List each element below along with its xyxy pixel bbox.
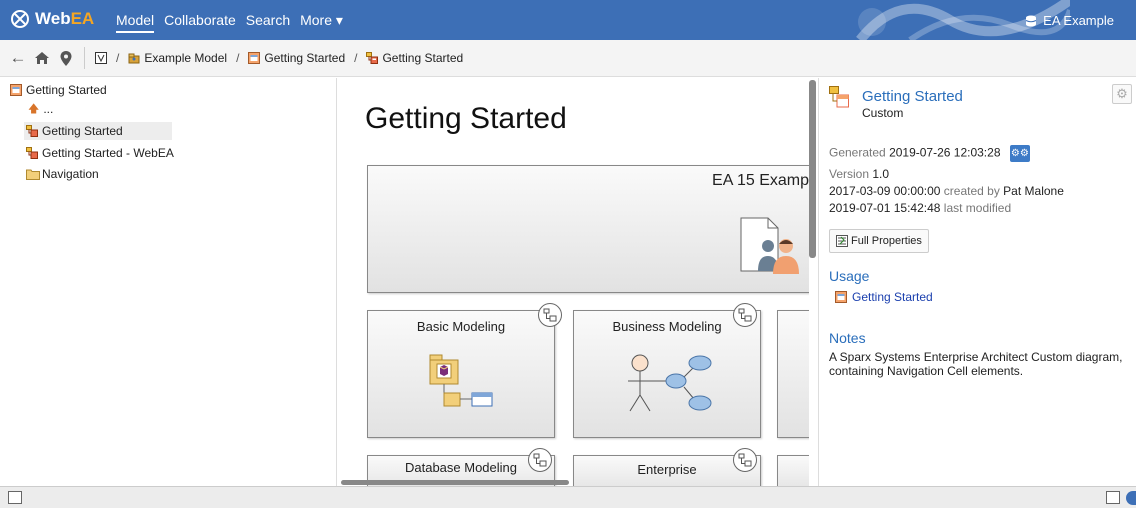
navcell-basic-modeling[interactable]: Basic Modeling (367, 310, 555, 438)
scrollbar-thumb[interactable] (341, 480, 569, 485)
generated-line: Generated 2019-07-26 12:03:28 ⚙⚙ (829, 145, 1030, 162)
properties-icon (836, 235, 848, 247)
tree-item-label: Getting Started - WebEA (42, 146, 174, 160)
tree-item-getting-started[interactable]: Getting Started (24, 122, 172, 140)
navigation-cell-icon[interactable] (528, 448, 552, 472)
tree-item-getting-started-webea[interactable]: Getting Started - WebEA (26, 144, 174, 162)
tree-root-label: Getting Started (26, 83, 107, 97)
tree-item-label: Navigation (42, 167, 99, 181)
back-arrow-icon[interactable]: ← (6, 48, 30, 68)
tree-up-label: ... (43, 102, 54, 116)
breadcrumb-getting-started-diagram[interactable]: Getting Started (382, 51, 463, 65)
up-arrow-icon: 🡅 (28, 102, 40, 115)
custom-diagram-icon (366, 52, 379, 64)
breadcrumb-bar: ← / Example Model / Getting Started / Ge… (0, 40, 1136, 77)
created-by-value: Pat Malone (1003, 184, 1064, 198)
breadcrumb-separator: / (236, 51, 240, 65)
breadcrumb-separator: / (354, 51, 358, 65)
notes-text: A Sparx Systems Enterprise Architect Cus… (829, 350, 1123, 378)
vertical-scrollbar[interactable] (809, 78, 816, 486)
usage-link-label: Getting Started (852, 290, 933, 304)
toggle-properties-icon[interactable] (1106, 491, 1120, 504)
home-icon[interactable] (30, 51, 54, 65)
tree-item-label: Getting Started (42, 124, 123, 138)
folder-icon (26, 168, 40, 180)
logo-web-text: Web (35, 9, 71, 28)
version-value: 1.0 (872, 167, 890, 181)
diagram-icon (248, 52, 261, 64)
package-class-icon (429, 354, 493, 407)
webea-logo[interactable]: Web EA (10, 9, 94, 29)
model-root-icon[interactable] (95, 52, 107, 64)
custom-diagram-icon (829, 86, 849, 111)
nav-model[interactable]: Model (116, 12, 155, 33)
modified-label: last modified (943, 201, 1012, 215)
logo-ea-text: EA (70, 9, 95, 28)
breadcrumb: / Example Model / Getting Started / Gett… (95, 51, 463, 65)
navcell-label: Business Modeling (612, 319, 722, 334)
tree-root[interactable]: Getting Started (10, 81, 107, 99)
diagram-canvas: Getting Started EA 15 Examp Basic Modeli… (336, 78, 816, 486)
nav-search[interactable]: Search (246, 12, 290, 33)
modified-date: 2019-07-01 15:42:48 (829, 201, 941, 215)
breadcrumb-separator: / (116, 51, 120, 65)
generated-value: 2019-07-26 12:03:28 (889, 145, 1001, 160)
navcell-label: Enterprise (637, 462, 697, 477)
actor-usecase-icon (628, 354, 712, 412)
navcell-label: Database Modeling (404, 460, 518, 475)
created-date: 2017-03-09 00:00:00 (829, 184, 941, 198)
top-bar: Web EA Model Collaborate Search More ▾ EA… (0, 0, 1136, 40)
breadcrumb-getting-started-package[interactable]: Getting Started (264, 51, 345, 65)
status-bar (0, 486, 1136, 508)
navcell-label: EA 15 Examp (712, 172, 809, 189)
version-line: Version 1.0 (829, 167, 889, 181)
created-line: 2017-03-09 00:00:00 created by Pat Malon… (829, 184, 1064, 198)
model-browser-tree: Getting Started 🡅 ... Getting Started Ge… (0, 78, 336, 486)
tree-item-navigation[interactable]: Navigation (26, 165, 99, 183)
navigation-cell-icon[interactable] (733, 448, 757, 472)
usage-heading: Usage (829, 268, 870, 284)
nav-more[interactable]: More ▾ (300, 12, 343, 33)
modified-line: 2019-07-01 15:42:48 last modified (829, 201, 1011, 215)
custom-diagram-icon (26, 147, 38, 159)
nav-collaborate[interactable]: Collaborate (164, 12, 236, 33)
main-nav: Model Collaborate Search More ▾ (116, 12, 343, 33)
diagram-title: Getting Started (365, 102, 567, 135)
navcell-business-modeling[interactable]: Business Modeling (573, 310, 761, 438)
diagram-icon (10, 84, 22, 96)
version-label: Version (829, 167, 870, 181)
scrollbar-thumb[interactable] (809, 80, 816, 258)
element-type: Custom (862, 106, 904, 120)
properties-panel: Getting Started Custom ⚙ Generated 2019-… (818, 78, 1136, 486)
horizontal-scrollbar[interactable] (337, 478, 810, 486)
created-by-label: created by (943, 184, 1000, 198)
custom-diagram-icon (26, 125, 38, 137)
notes-heading: Notes (829, 330, 866, 346)
database-icon (1025, 15, 1037, 26)
webea-logo-icon (11, 10, 29, 28)
breadcrumb-example-model[interactable]: Example Model (144, 51, 227, 65)
status-indicator-icon[interactable] (1126, 491, 1136, 505)
usage-link[interactable]: Getting Started (835, 290, 933, 304)
location-pin-icon[interactable] (54, 50, 78, 66)
model-selector[interactable]: EA Example (1025, 13, 1114, 28)
regenerate-button[interactable]: ⚙⚙ (1009, 145, 1030, 162)
toggle-browser-icon[interactable] (8, 491, 22, 504)
full-properties-label: Full Properties (851, 235, 922, 247)
users-document-icon (740, 217, 799, 274)
element-title[interactable]: Getting Started (862, 88, 963, 105)
navcell-ea15-example[interactable]: EA 15 Examp (367, 165, 812, 293)
tree-up-item[interactable]: 🡅 ... (28, 100, 53, 118)
navcell-label: Basic Modeling (416, 319, 506, 334)
generated-label: Generated (829, 145, 886, 160)
navigation-cell-icon[interactable] (538, 303, 562, 327)
diagram-icon (835, 291, 847, 303)
model-name-label: EA Example (1043, 13, 1114, 28)
toolbar-divider (84, 47, 85, 69)
full-properties-button[interactable]: Full Properties (829, 229, 929, 253)
package-icon (128, 52, 140, 64)
settings-gear-icon[interactable]: ⚙ (1112, 84, 1132, 104)
navigation-cell-icon[interactable] (733, 303, 757, 327)
